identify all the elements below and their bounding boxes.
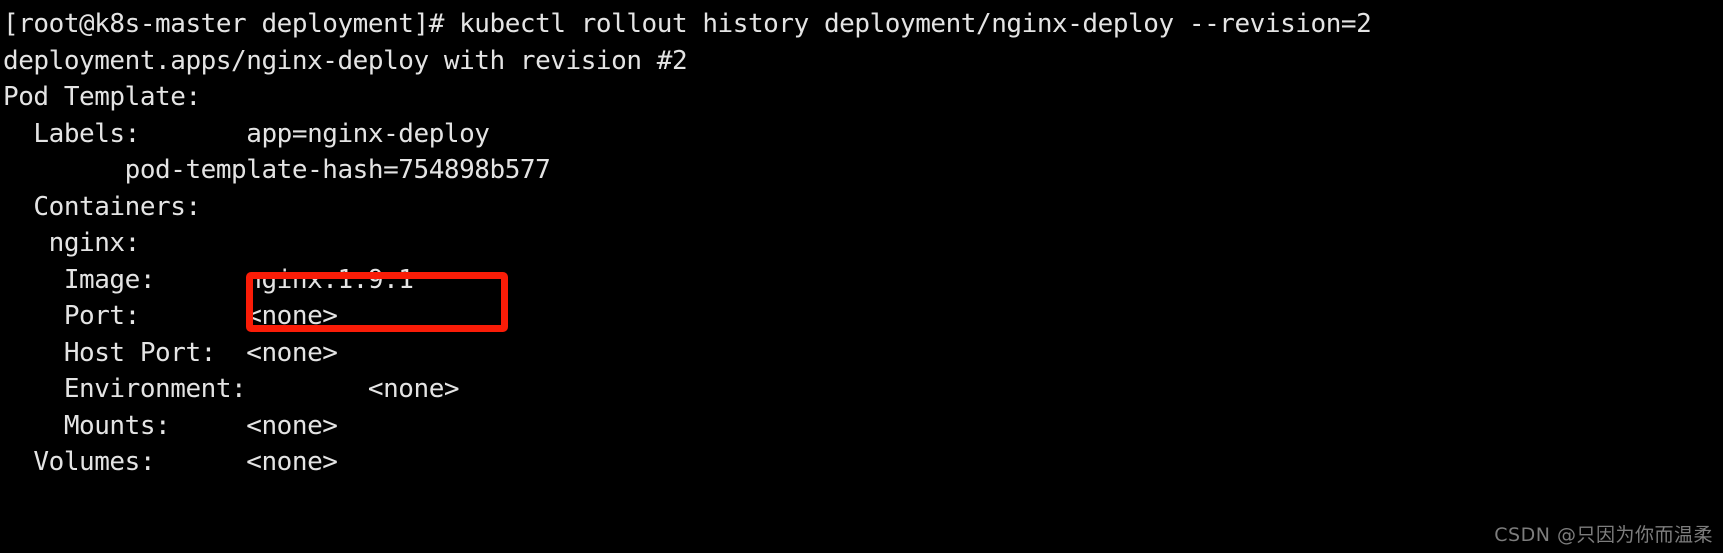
terminal-line-pod-template-hash: pod-template-hash=754898b577 [3,155,551,185]
terminal-output-area[interactable]: [root@k8s-master deployment]# kubectl ro… [0,0,1372,481]
terminal-line-host-port: Host Port: <none> [3,337,338,368]
terminal-line-image: Image: nginx:1.9.1 [3,264,414,295]
terminal-line-deployment-header: deployment.apps/nginx-deploy with revisi… [3,45,688,76]
csdn-watermark: CSDN @只因为你而温柔 [1494,524,1713,546]
terminal-line-container-nginx: nginx: [3,228,141,258]
terminal-line-containers: Containers: [3,191,201,222]
terminal-line-pod-template: Pod Template: [3,82,201,112]
terminal-window[interactable]: [root@k8s-master deployment]# kubectl ro… [0,0,1723,553]
terminal-line-labels: Labels: app=nginx-deploy [3,118,490,149]
terminal-line-mounts: Mounts: <none> [3,410,338,441]
terminal-line-port: Port: <none> [3,301,338,331]
terminal-line-environment: Environment: <none> [3,374,460,404]
terminal-line-volumes: Volumes: <none> [3,447,338,477]
terminal-line-prompt-command: [root@k8s-master deployment]# kubectl ro… [3,9,1372,39]
